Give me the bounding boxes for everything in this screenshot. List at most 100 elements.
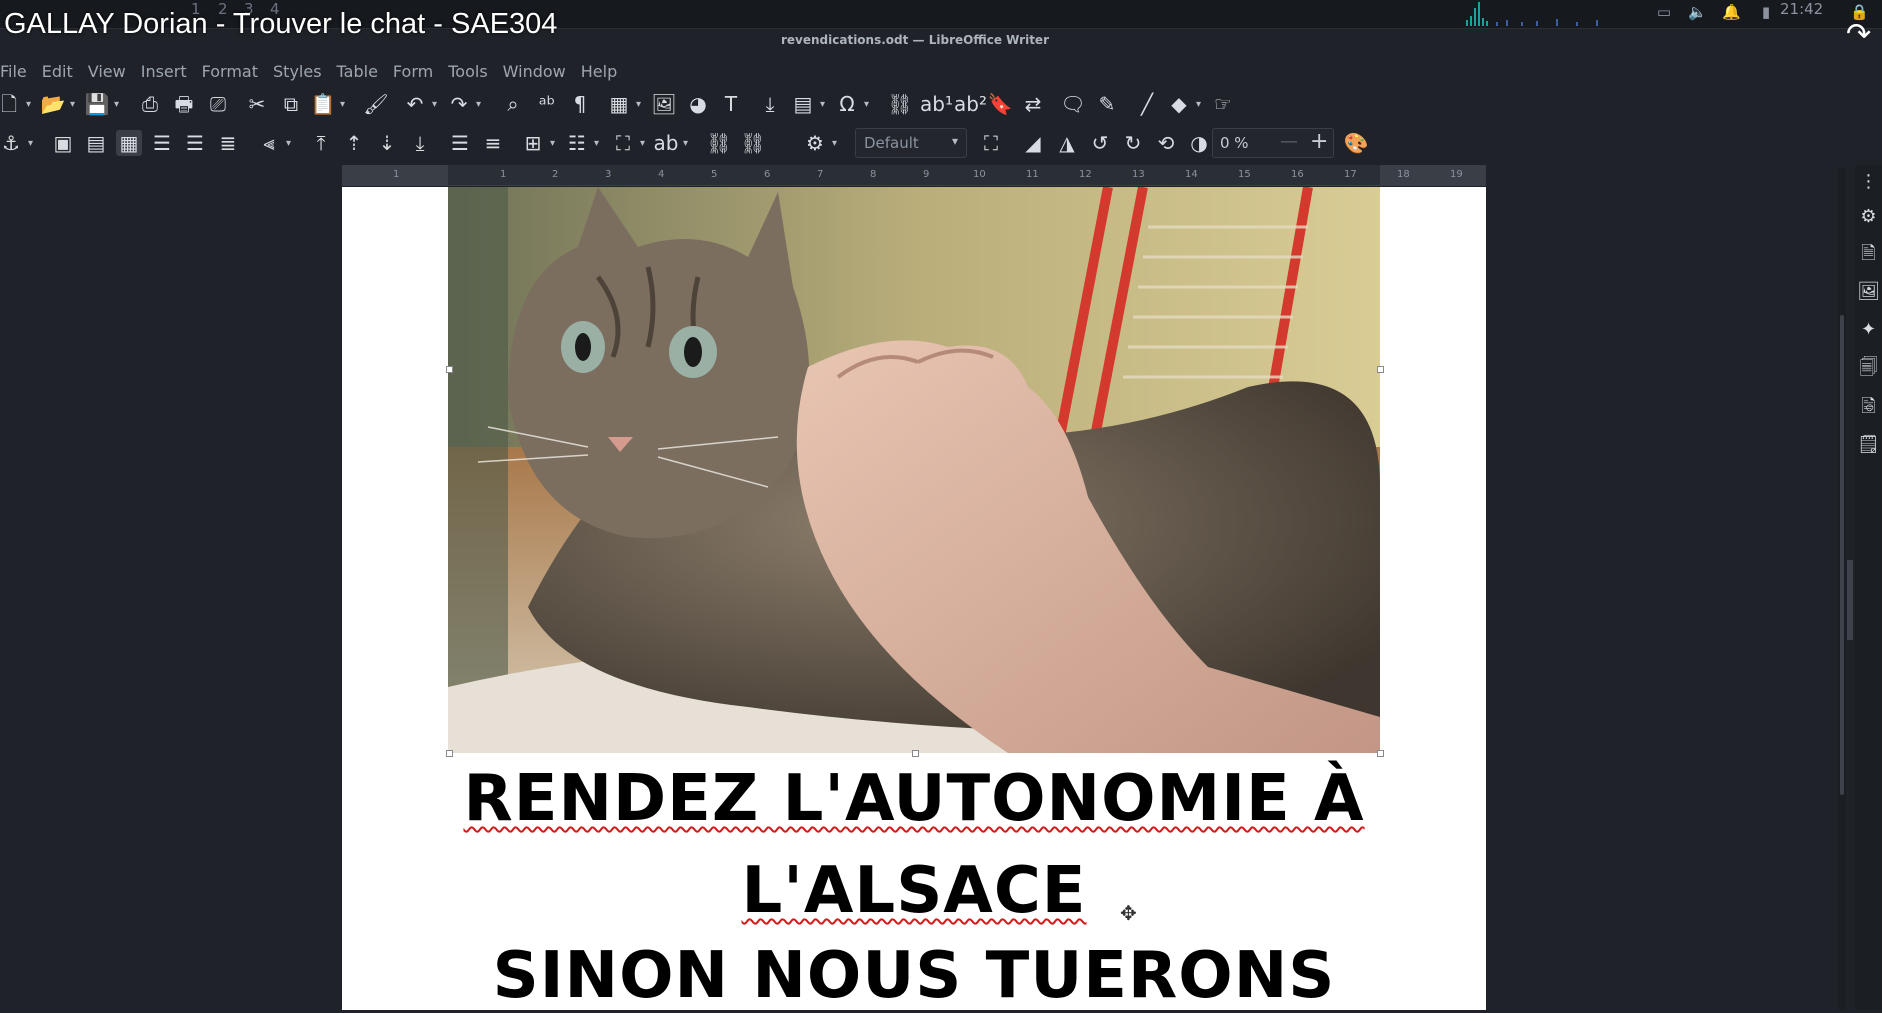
transparency-icon[interactable]: ◑ xyxy=(1186,130,1212,156)
to-background-icon[interactable]: ≡ xyxy=(480,130,506,156)
resize-handle[interactable] xyxy=(1377,366,1384,373)
scrollbar-thumb[interactable] xyxy=(1840,315,1844,795)
increase-icon[interactable]: + xyxy=(1310,129,1328,154)
to-foreground-icon[interactable]: ☰ xyxy=(447,130,473,156)
screen-icon[interactable]: ▭ xyxy=(1655,3,1673,21)
page-break-icon[interactable]: ⤓ xyxy=(757,91,783,117)
resize-handle[interactable] xyxy=(912,750,919,757)
endnote-icon[interactable]: ab² xyxy=(954,91,987,117)
send-to-back-icon[interactable]: ⤓ xyxy=(407,130,433,156)
page-icon[interactable]: 🗎 xyxy=(1855,242,1882,266)
menu-form[interactable]: Form xyxy=(393,60,433,84)
menu-tools[interactable]: Tools xyxy=(448,60,487,84)
highlight-color-icon[interactable]: ab xyxy=(653,130,688,157)
comment-icon[interactable]: 🗨 xyxy=(1060,91,1086,117)
rotate-icon[interactable]: ⟲ xyxy=(1153,130,1179,156)
flip-horizontal-icon[interactable]: ◮ xyxy=(1054,130,1080,156)
anchor-icon[interactable]: ⚓ xyxy=(0,130,33,157)
menu-styles[interactable]: Styles xyxy=(273,60,322,84)
manage-changes-icon[interactable]: 🗟 xyxy=(1855,395,1882,419)
paste-icon[interactable]: 📋 xyxy=(310,91,345,118)
bring-to-front-icon[interactable]: ⤒ xyxy=(308,130,334,156)
horizontal-ruler[interactable]: 1 1 2 3 4 5 6 7 8 9 10 11 12 13 14 15 16… xyxy=(342,165,1486,186)
bookmark-icon[interactable]: 🔖 xyxy=(987,91,1013,117)
forward-one-icon[interactable]: ⇡ xyxy=(341,130,367,156)
sidebar-collapse-handle[interactable] xyxy=(1847,560,1853,640)
hyperlink-icon[interactable]: ⛓ xyxy=(887,91,913,117)
track-changes-icon[interactable]: ✎ xyxy=(1094,91,1120,117)
cut-icon[interactable]: ✂ xyxy=(244,91,270,117)
unlink-frames-icon[interactable]: ⛓ xyxy=(740,130,766,156)
print-preview-icon[interactable]: ⎚ xyxy=(205,91,231,117)
resize-handle[interactable] xyxy=(446,750,453,757)
copy-icon[interactable]: ⧉ xyxy=(278,91,304,117)
clone-formatting-icon[interactable]: 🖌 xyxy=(363,91,389,117)
align-objects-icon[interactable]: ⫷ xyxy=(256,130,291,157)
menu-window[interactable]: Window xyxy=(503,60,566,84)
insert-table-icon[interactable]: ▦ xyxy=(606,91,641,118)
spelling-icon[interactable]: ᵃᵇ xyxy=(534,91,560,117)
insert-image-icon[interactable]: 🖼 xyxy=(651,91,677,117)
export-pdf-icon[interactable]: ⎙ xyxy=(137,91,163,117)
wrap-left-icon[interactable]: ☰ xyxy=(149,130,175,156)
volume-icon[interactable]: 🔈 xyxy=(1688,3,1707,21)
cat-photo[interactable] xyxy=(448,187,1380,753)
find-replace-icon[interactable]: ⌕ xyxy=(500,91,526,117)
heading-line-2[interactable]: L'ALSACE xyxy=(342,854,1486,928)
resize-handle[interactable] xyxy=(1377,750,1384,757)
navigator-icon[interactable]: 🗐 xyxy=(1855,356,1882,380)
undo-icon[interactable]: ↶ xyxy=(402,91,437,118)
wrap-through-icon[interactable]: ≣ xyxy=(215,130,241,156)
special-character-icon[interactable]: Ω xyxy=(834,91,869,118)
footnote-icon[interactable]: ab¹ xyxy=(920,91,953,117)
properties-icon[interactable]: ⚙ xyxy=(1855,205,1882,229)
back-one-icon[interactable]: ⇣ xyxy=(374,130,400,156)
menu-insert[interactable]: Insert xyxy=(141,60,187,84)
color-palette-icon[interactable]: 🎨 xyxy=(1343,130,1369,156)
border-color-icon[interactable]: ⛶ xyxy=(610,130,645,157)
new-document-icon[interactable]: 🗋 xyxy=(0,91,31,118)
flip-vertical-icon[interactable]: ◢ xyxy=(1020,130,1046,156)
form-control-icon[interactable]: ☞ xyxy=(1210,91,1236,117)
formatting-marks-icon[interactable]: ¶ xyxy=(567,91,593,117)
menu-file[interactable]: File xyxy=(0,60,27,84)
redo-icon[interactable]: ↷ xyxy=(446,91,481,118)
rotate-left-icon[interactable]: ↺ xyxy=(1087,130,1113,156)
print-icon[interactable]: 🖶 xyxy=(171,91,197,117)
gallery-icon[interactable]: 🖼 xyxy=(1855,280,1882,304)
heading-line-3[interactable]: SINON NOUS TUERONS xyxy=(342,939,1486,1013)
open-folder-icon[interactable]: 📂 xyxy=(40,91,75,118)
design-icon[interactable]: 🗒 xyxy=(1855,433,1882,457)
insert-text-box-icon[interactable]: T xyxy=(718,91,744,117)
insert-field-icon[interactable]: ▤ xyxy=(790,91,825,118)
link-frames-icon[interactable]: ⛓ xyxy=(706,130,732,156)
image-filter-icon[interactable]: ⚙ xyxy=(802,130,837,157)
save-icon[interactable]: 💾 xyxy=(84,91,119,118)
wrap-off-icon[interactable]: ▣ xyxy=(50,130,76,156)
menu-format[interactable]: Format xyxy=(202,60,258,84)
insert-line-icon[interactable]: ╱ xyxy=(1134,91,1160,117)
share-icon[interactable]: ↷ xyxy=(1846,20,1882,50)
battery-icon[interactable]: ▮ xyxy=(1757,3,1775,21)
insert-chart-icon[interactable]: ◕ xyxy=(685,91,711,117)
border-style-icon[interactable]: ☷ xyxy=(564,130,599,157)
heading-line-1[interactable]: RENDEZ L'AUTONOMIE À xyxy=(342,762,1486,836)
borders-icon[interactable]: ⊞ xyxy=(520,130,555,157)
menu-table[interactable]: Table xyxy=(337,60,378,84)
document-page[interactable]: RENDEZ L'AUTONOMIE À L'ALSACE SINON NOUS… xyxy=(342,187,1486,1013)
notification-icon[interactable]: 🔔 xyxy=(1722,3,1741,21)
sidebar-menu-icon[interactable]: ⋮ xyxy=(1855,170,1882,194)
rotate-right-icon[interactable]: ↻ xyxy=(1120,130,1146,156)
styles-icon[interactable]: ✦ xyxy=(1855,318,1882,342)
basic-shapes-icon[interactable]: ◆ xyxy=(1166,91,1201,118)
frame-style-select[interactable]: Default ▾ xyxy=(855,128,967,158)
page-wrap-icon[interactable]: ▤ xyxy=(83,130,109,156)
crop-icon[interactable]: ⛶ xyxy=(978,130,1004,156)
menu-help[interactable]: Help xyxy=(581,60,617,84)
wrap-right-icon[interactable]: ☰ xyxy=(182,130,208,156)
decrease-icon[interactable]: — xyxy=(1280,131,1298,152)
optimal-wrap-icon[interactable]: ▦ xyxy=(116,130,142,156)
menu-view[interactable]: View xyxy=(88,60,126,84)
resize-handle[interactable] xyxy=(446,366,453,373)
cross-reference-icon[interactable]: ⇄ xyxy=(1020,91,1046,117)
